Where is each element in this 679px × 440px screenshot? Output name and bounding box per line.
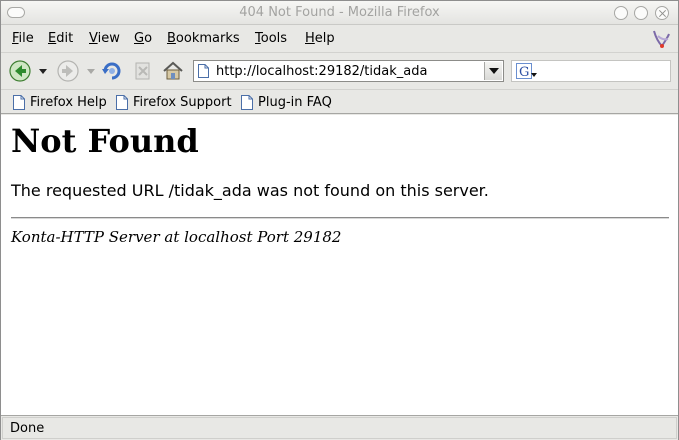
menu-help[interactable]: Help	[305, 31, 335, 46]
title-bar[interactable]: 404 Not Found - Mozilla Firefox	[1, 1, 678, 25]
maximize-button[interactable]	[634, 6, 648, 20]
url-input[interactable]	[216, 62, 478, 80]
menu-help-mnemonic: H	[305, 31, 315, 46]
back-history-dropdown[interactable]	[39, 69, 47, 74]
url-history-dropdown-button[interactable]	[484, 62, 502, 80]
forward-icon	[57, 60, 79, 82]
back-icon[interactable]	[8, 59, 32, 83]
svg-text:G: G	[519, 65, 529, 80]
menu-go[interactable]: Go	[134, 31, 152, 46]
throbber-icon	[653, 30, 670, 48]
bookmarks-toolbar: Firefox Help Firefox Support Plug-in FAQ	[1, 89, 678, 114]
close-button[interactable]	[655, 6, 669, 20]
menu-edit-mnemonic: E	[48, 31, 57, 46]
bookmark-plugin-faq[interactable]: Plug-in FAQ	[241, 94, 333, 112]
menu-file[interactable]: File	[12, 31, 34, 46]
bookmark-page-icon	[116, 95, 128, 110]
menu-edit-label: dit	[56, 31, 74, 46]
menu-go-mnemonic: G	[134, 31, 145, 46]
menu-tools[interactable]: Tools	[255, 31, 287, 46]
bookmark-label: Plug-in FAQ	[258, 95, 332, 110]
menu-file-label: ile	[18, 31, 34, 46]
stop-icon	[135, 62, 150, 80]
content-divider	[11, 217, 669, 219]
menu-edit[interactable]: Edit	[48, 31, 73, 46]
page-heading: Not Found	[11, 122, 199, 160]
menu-view-label: iew	[97, 31, 120, 46]
navigation-toolbar: G	[1, 52, 678, 88]
server-signature: Konta-HTTP Server at localhost Port 2918…	[11, 228, 342, 246]
reload-icon[interactable]	[100, 59, 124, 83]
bookmark-page-icon	[241, 95, 253, 110]
menu-view-mnemonic: V	[89, 31, 98, 46]
bookmark-label: Firefox Help	[30, 95, 107, 110]
menu-bar: File Edit View Go Bookmarks Tools Help	[1, 26, 678, 50]
search-bar[interactable]: G	[511, 60, 671, 82]
forward-history-dropdown	[87, 69, 95, 74]
menu-help-label: elp	[314, 31, 335, 46]
menu-bookmarks[interactable]: Bookmarks	[167, 31, 240, 46]
status-bar: Done	[1, 415, 678, 440]
menu-bookmarks-label: ookmarks	[175, 31, 240, 46]
google-search-engine-icon[interactable]: G	[516, 63, 538, 80]
url-bar[interactable]	[193, 60, 504, 82]
menu-go-label: o	[144, 31, 153, 46]
page-content: Not Found The requested URL /tidak_ada w…	[1, 115, 678, 415]
status-text: Done	[10, 421, 45, 436]
page-icon	[198, 64, 209, 78]
bookmark-page-icon	[13, 95, 25, 110]
bookmark-label: Firefox Support	[133, 95, 232, 110]
menu-tools-label: ools	[260, 31, 288, 46]
bookmark-firefox-help[interactable]: Firefox Help	[13, 94, 108, 112]
window-title: 404 Not Found - Mozilla Firefox	[239, 5, 440, 20]
browser-window: 404 Not Found - Mozilla Firefox File Edi…	[0, 0, 679, 440]
home-icon[interactable]	[161, 59, 185, 83]
error-message: The requested URL /tidak_ada was not fou…	[11, 181, 489, 200]
bookmark-firefox-support[interactable]: Firefox Support	[116, 94, 232, 112]
status-panel	[2, 417, 677, 439]
menu-bookmarks-mnemonic: B	[167, 31, 176, 46]
menu-view[interactable]: View	[89, 31, 120, 46]
minimize-button[interactable]	[614, 6, 628, 20]
search-input[interactable]	[542, 62, 668, 80]
